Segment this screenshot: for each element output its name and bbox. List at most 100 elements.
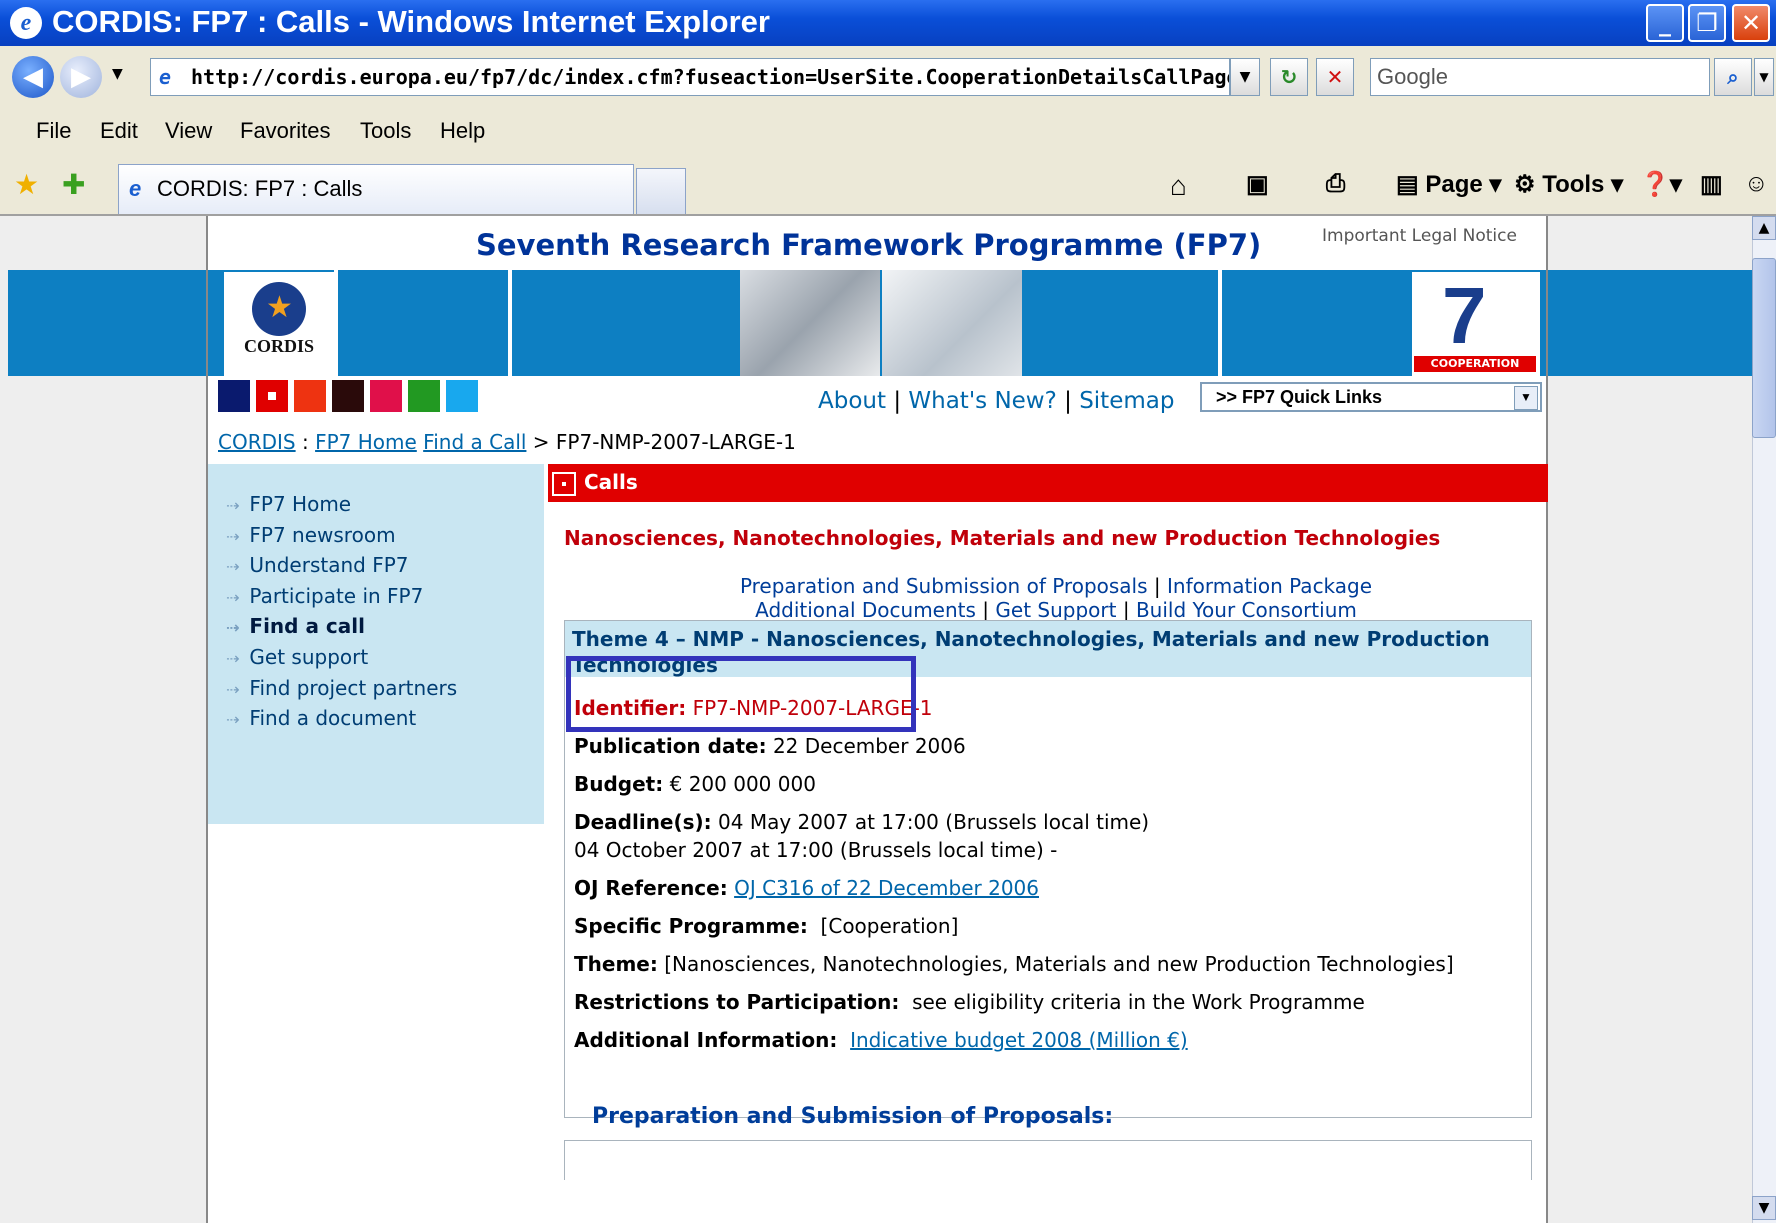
nav-label: Find a call: [249, 614, 365, 638]
new-tab-button[interactable]: [636, 168, 686, 214]
search-input[interactable]: Google: [1370, 58, 1710, 96]
nav-label: FP7 Home: [249, 492, 352, 516]
build-consortium-link[interactable]: Build Your Consortium: [1136, 598, 1357, 622]
arrow-icon: ⇢: [226, 496, 240, 515]
color-square[interactable]: [294, 380, 326, 412]
nav-item-get-support[interactable]: ⇢ Get support: [226, 645, 368, 669]
history-dropdown-icon[interactable]: ▼: [112, 66, 123, 82]
menu-tools[interactable]: Tools: [360, 118, 411, 144]
quick-links-select[interactable]: >> FP7 Quick Links ▼: [1200, 382, 1542, 412]
nav-item-find-document[interactable]: ⇢ Find a document: [226, 706, 416, 730]
preparation-heading: Preparation and Submission of Proposals:: [592, 1104, 1114, 1129]
preparation-link[interactable]: Preparation and Submission of Proposals: [740, 574, 1148, 598]
menu-help[interactable]: Help: [440, 118, 485, 144]
additional-label: Additional Information:: [574, 1028, 838, 1052]
tools-menu[interactable]: ⚙ Tools ▾: [1514, 170, 1623, 199]
nav-label: Understand FP7: [249, 553, 409, 577]
breadcrumb-find-call[interactable]: Find a Call: [423, 430, 526, 454]
indicative-budget-link[interactable]: Indicative budget 2008 (Million €): [850, 1028, 1188, 1052]
home-icon[interactable]: ⌂: [1170, 170, 1187, 202]
address-dropdown-icon[interactable]: ▼: [1230, 58, 1260, 96]
arrow-icon: ⇢: [226, 710, 240, 729]
minimize-button[interactable]: _: [1646, 4, 1684, 42]
color-square[interactable]: [256, 380, 288, 412]
color-square[interactable]: [370, 380, 402, 412]
top-links: About | What's New? | Sitemap: [818, 388, 1175, 414]
back-button[interactable]: ◀: [12, 56, 54, 98]
scroll-up-icon[interactable]: ▲: [1752, 216, 1776, 240]
theme-label: Theme:: [574, 952, 658, 976]
menu-edit[interactable]: Edit: [100, 118, 138, 144]
nav-item-fp7-newsroom[interactable]: ⇢ FP7 newsroom: [226, 523, 396, 547]
favorites-star-icon[interactable]: ★: [14, 168, 39, 201]
help-icon[interactable]: ❓▾: [1640, 170, 1682, 199]
close-button[interactable]: ✕: [1732, 4, 1770, 42]
information-package-link[interactable]: Information Package: [1167, 574, 1372, 598]
restore-button[interactable]: ❐: [1688, 4, 1726, 42]
banner-strip-left: [8, 270, 206, 376]
feeds-icon[interactable]: ▣: [1246, 170, 1269, 199]
quick-links-value: >> FP7 Quick Links: [1216, 387, 1383, 407]
deadline-value: 04 May 2007 at 17:00 (Brussels local tim…: [718, 810, 1150, 834]
add-favorite-icon[interactable]: ✚: [62, 168, 85, 201]
legal-notice-link[interactable]: Important Legal Notice: [1322, 226, 1517, 246]
page-container: Seventh Research Framework Programme (FP…: [206, 216, 1548, 1223]
cordis-logo[interactable]: ★ CORDIS: [224, 272, 334, 376]
tab-favicon-icon: e: [129, 176, 142, 201]
restrictions-label: Restrictions to Participation:: [574, 990, 900, 1014]
theme-value: [Nanosciences, Nanotechnologies, Materia…: [664, 952, 1454, 976]
scrollbar-thumb[interactable]: [1752, 258, 1776, 438]
deadline-label: Deadline(s):: [574, 810, 712, 834]
nav-item-participate[interactable]: ⇢ Participate in FP7: [226, 584, 423, 608]
budget-value: € 200 000 000: [669, 772, 816, 796]
chevron-down-icon[interactable]: ▼: [1514, 386, 1538, 410]
square-bullet-icon: [552, 472, 576, 496]
tab-cordis-calls[interactable]: e CORDIS: FP7 : Calls: [118, 164, 634, 214]
color-square[interactable]: [218, 380, 250, 412]
refresh-icon[interactable]: ↻: [1270, 58, 1308, 96]
menu-view[interactable]: View: [165, 118, 212, 144]
additional-documents-link[interactable]: Additional Documents: [755, 598, 976, 622]
stop-icon[interactable]: ✕: [1316, 58, 1354, 96]
nav-label: Find a document: [249, 706, 417, 730]
nav-item-understand-fp7[interactable]: ⇢ Understand FP7: [226, 553, 408, 577]
nav-item-fp7-home[interactable]: ⇢ FP7 Home: [226, 492, 351, 516]
left-navigation: [208, 464, 544, 824]
forward-button[interactable]: ▶: [60, 56, 102, 98]
about-link[interactable]: About: [818, 388, 886, 414]
breadcrumb-fp7-home[interactable]: FP7 Home: [315, 430, 417, 454]
messenger-icon[interactable]: ☺: [1744, 170, 1769, 198]
window-title-bar[interactable]: e CORDIS: FP7 : Calls - Windows Internet…: [0, 0, 1776, 46]
nav-item-find-a-call[interactable]: ⇢ Find a call: [226, 614, 365, 638]
search-icon[interactable]: ⌕: [1714, 58, 1752, 96]
color-square[interactable]: [446, 380, 478, 412]
preparation-box: [564, 1140, 1532, 1180]
menu-bar: File Edit View Favorites Tools Help: [0, 110, 1776, 157]
additional-info-row: Additional Information: Indicative budge…: [574, 1028, 1188, 1052]
research-icon[interactable]: ▥: [1700, 170, 1723, 199]
whats-new-link[interactable]: What's New?: [908, 388, 1056, 414]
print-icon[interactable]: ⎙: [1326, 170, 1345, 198]
get-support-link[interactable]: Get Support: [995, 598, 1116, 622]
address-input[interactable]: e http://cordis.europa.eu/fp7/dc/index.c…: [150, 58, 1230, 96]
banner-divider: [1218, 270, 1222, 376]
color-square[interactable]: [332, 380, 364, 412]
call-sub-links: Preparation and Submission of Proposals …: [739, 574, 1373, 622]
scroll-down-icon[interactable]: ▼: [1752, 1196, 1776, 1220]
arrow-icon: ⇢: [226, 527, 240, 546]
page-menu-label: Page: [1425, 171, 1483, 198]
oj-link[interactable]: OJ C316 of 22 December 2006: [734, 876, 1039, 900]
window-title: CORDIS: FP7 : Calls - Windows Internet E…: [52, 4, 770, 39]
menu-file[interactable]: File: [36, 118, 71, 144]
page-menu[interactable]: ▤ Page ▾: [1396, 170, 1501, 199]
color-square[interactable]: [408, 380, 440, 412]
restrictions-value: see eligibility criteria in the Work Pro…: [912, 990, 1365, 1014]
nav-item-find-partners[interactable]: ⇢ Find project partners: [226, 676, 457, 700]
meeting-photo: [740, 270, 880, 376]
cooperation-logo[interactable]: 7 COOPERATION: [1412, 272, 1540, 376]
menu-favorites[interactable]: Favorites: [240, 118, 330, 144]
sitemap-link[interactable]: Sitemap: [1079, 388, 1174, 414]
breadcrumb-cordis[interactable]: CORDIS: [218, 430, 296, 454]
cooperation-label: COOPERATION: [1414, 356, 1536, 372]
search-options-icon[interactable]: ▼: [1754, 58, 1774, 96]
